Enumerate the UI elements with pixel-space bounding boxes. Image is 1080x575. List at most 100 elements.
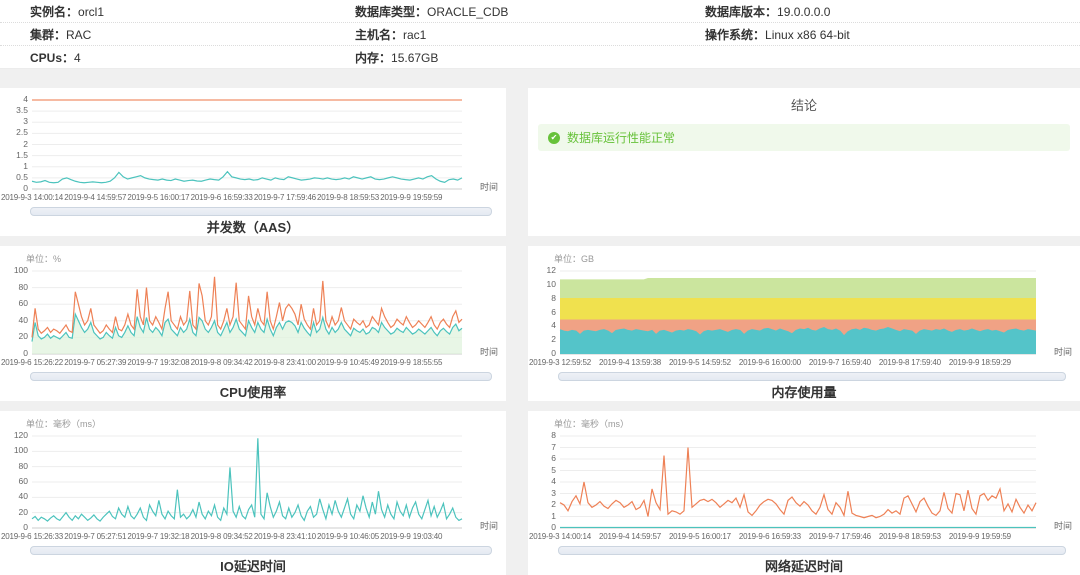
os-label: 操作系统： — [705, 27, 766, 42]
db-type-value: ORACLE_CDB — [427, 4, 509, 19]
y-tick-label: 20 — [18, 331, 28, 342]
x-axis-name: 时间 — [479, 182, 498, 192]
status-message: 数据库运行性能正常 — [567, 131, 676, 145]
panel-memory: 单位：GB 0 2 4 6 8 10 12 时间 2019-9-3 12:59:52 2019-9-… — [528, 246, 1080, 401]
x-tick-label: 2019-9-9 10:45:49 — [317, 358, 380, 367]
db-type-label: 数据库类型： — [355, 4, 428, 19]
y-tick-label: 4 — [551, 476, 556, 486]
x-tick-row: 2019-9-6 15:26:33 2019-9-7 05:27:51 2019-9… — [1, 532, 462, 543]
db-version-label: 数据库版本： — [705, 4, 778, 19]
os-value: Linux x86 64-bit — [765, 27, 850, 42]
y-tick-label: 1 — [551, 510, 556, 521]
x-tick-label: 2019-9-9 18:59:29 — [948, 358, 1011, 367]
header-row-2: 集群：RAC 主机名：rac1 操作系统：Linux x86 64-bit — [0, 23, 1080, 46]
chart-title: 并发数（AAS） — [206, 220, 300, 235]
x-tick-label: 2019-9-6 16:00:00 — [738, 358, 801, 367]
instance-name-label: 实例名： — [30, 4, 79, 19]
y-tick-label: 6 — [551, 306, 556, 317]
y-tick-label: 3.5 — [16, 105, 28, 116]
cpus-field: CPUs：4 — [30, 49, 355, 66]
cpus-value: 4 — [74, 50, 81, 65]
y-tick-label: 4 — [23, 94, 28, 104]
x-tick-label: 2019-9-4 14:59:57 — [598, 532, 661, 541]
cluster-value: RAC — [66, 27, 92, 42]
y-tick-label: 5 — [551, 464, 556, 475]
plot-area: 0 0.5 1 1.5 2 2.5 3 3.5 4 时间 — [16, 95, 498, 193]
instance-name-value: orcl1 — [78, 4, 105, 19]
x-tick-label: 2019-9-8 18:59:53 — [317, 193, 380, 202]
datazoom-slider[interactable] — [30, 372, 492, 381]
datazoom-slider[interactable] — [558, 372, 1066, 381]
y-tick-label: 2 — [551, 499, 556, 509]
x-tick-label: 2019-9-8 23:41:10 — [253, 532, 316, 541]
y-tick-label: 100 — [13, 445, 28, 456]
x-tick-row: 2019-9-3 12:59:52 2019-9-4 13:59:38 2019-9… — [529, 358, 1036, 369]
hostname-field: 主机名：rac1 — [355, 26, 705, 43]
header-row-1: 实例名：orcl1 数据库类型：ORACLE_CDB 数据库版本：19.0.0.… — [0, 0, 1080, 23]
y-tick-label: 100 — [13, 265, 28, 275]
cluster-field: 集群：RAC — [30, 26, 355, 43]
y-tick-label: 80 — [18, 281, 28, 292]
y-tick-label: 80 — [18, 460, 28, 471]
header-row-3: CPUs：4 内存：15.67GB — [0, 46, 1080, 69]
panel-aas: 0 0.5 1 1.5 2 2.5 3 3.5 4 时间 2019-9-3 14:00:14 2019… — [0, 88, 506, 236]
datazoom-slider[interactable] — [30, 207, 492, 216]
datazoom-slider[interactable] — [30, 546, 492, 555]
x-tick-label: 2019-9-8 09:34:52 — [190, 532, 253, 541]
x-tick-label: 2019-9-9 19:59:59 — [380, 193, 443, 202]
y-tick-label: 8 — [551, 292, 556, 303]
y-tick-label: 60 — [18, 298, 28, 309]
x-axis-name: 时间 — [479, 521, 498, 531]
os-field: 操作系统：Linux x86 64-bit — [705, 26, 1080, 43]
x-tick-label: 2019-9-7 05:27:51 — [64, 532, 127, 541]
panel-cpu: 单位：% 0 20 40 60 80 100 时间 2019-9-6 15:26:22 2019-… — [0, 246, 506, 401]
y-tick-label: 4 — [551, 320, 556, 331]
y-tick-label: 60 — [18, 476, 28, 486]
plot-area: 0 1 2 3 4 5 6 7 8 时间 — [551, 431, 1072, 532]
y-tick-label: 2.5 — [16, 127, 28, 138]
y-tick-label: 40 — [18, 314, 28, 325]
y-tick-label: 40 — [18, 491, 28, 502]
x-axis-name: 时间 — [1053, 347, 1072, 357]
memory-chart: 单位：GB 0 2 4 6 8 10 12 时间 2019-9-3 12:59:52 2019-9-… — [528, 246, 1080, 401]
aas-chart: 0 0.5 1 1.5 2 2.5 3 3.5 4 时间 2019-9-3 14:00:14 2019… — [0, 88, 506, 236]
x-tick-label: 2019-9-3 14:00:14 — [529, 532, 591, 541]
y-tick-label: 1 — [23, 160, 28, 171]
panel-conclusion: 结论 ✔ 数据库运行性能正常 — [528, 88, 1080, 236]
x-tick-label: 2019-9-8 18:59:53 — [878, 532, 941, 541]
x-tick-label: 2019-9-9 19:03:40 — [380, 532, 443, 541]
x-tick-label: 2019-9-6 15:26:22 — [1, 358, 63, 367]
plot-area: 0 2 4 6 8 10 12 时间 — [547, 266, 1072, 358]
x-tick-row: 2019-9-3 14:00:14 2019-9-4 14:59:57 2019-9… — [529, 532, 1036, 543]
x-tick-label: 2019-9-9 18:55:55 — [380, 358, 443, 367]
y-tick-label: 1.5 — [16, 149, 28, 160]
x-tick-label: 2019-9-5 16:00:17 — [127, 193, 190, 202]
check-circle-icon: ✔ — [548, 131, 560, 144]
x-tick-label: 2019-9-9 10:46:05 — [317, 532, 380, 541]
chart-title: 网络延迟时间 — [764, 559, 843, 574]
datazoom-slider[interactable] — [558, 546, 1066, 555]
y-tick-label: 6 — [551, 453, 556, 463]
plot-canvas — [32, 271, 462, 354]
hostname-value: rac1 — [403, 27, 427, 42]
y-tick-label: 0 — [551, 522, 556, 532]
network-chart: 单位：毫秒（ms） 0 1 2 3 4 5 6 7 8 时间 2019-9-3 14:00:14 201… — [528, 411, 1080, 575]
y-tick-label: 3 — [23, 116, 28, 127]
y-tick-label: 12 — [546, 265, 556, 275]
io-chart: 单位：毫秒（ms） 0 20 40 60 80 100 120 时间 2019-9-6 15:26… — [0, 411, 506, 575]
x-tick-label: 2019-9-7 19:32:08 — [127, 358, 190, 367]
y-tick-label: 2 — [551, 334, 556, 345]
y-tick-label: 3 — [551, 487, 556, 498]
plot-canvas — [32, 436, 462, 528]
x-tick-row: 2019-9-6 15:26:22 2019-9-7 05:27:39 2019-9… — [1, 358, 462, 369]
x-tick-label: 2019-9-6 16:59:33 — [738, 532, 801, 541]
plot-area: 0 20 40 60 80 100 时间 — [14, 266, 498, 358]
db-version-value: 19.0.0.0.0 — [777, 4, 831, 19]
x-tick-label: 2019-9-7 19:32:18 — [127, 532, 190, 541]
db-info-header: 实例名：orcl1 数据库类型：ORACLE_CDB 数据库版本：19.0.0.… — [0, 0, 1080, 69]
x-axis-name: 时间 — [479, 347, 498, 357]
x-tick-label: 2019-9-4 13:59:38 — [598, 358, 661, 367]
y-tick-label: 0.5 — [16, 171, 28, 182]
plot-canvas — [32, 100, 462, 189]
memory-field: 内存：15.67GB — [355, 49, 705, 66]
